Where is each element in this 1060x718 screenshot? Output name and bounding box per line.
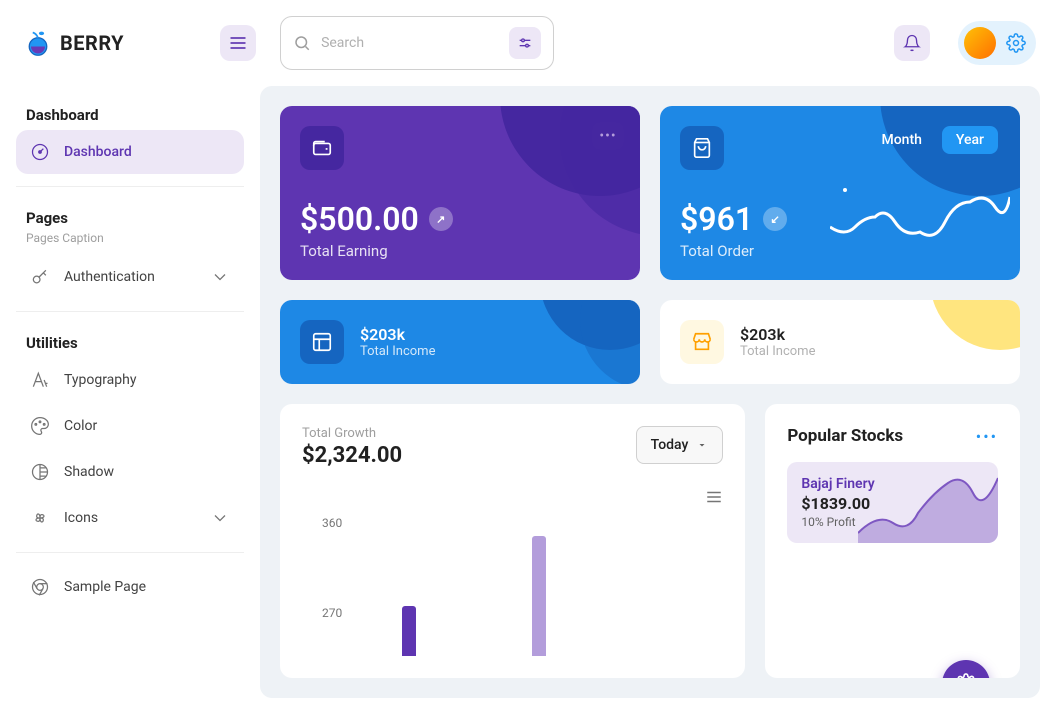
- shadow-icon: [30, 462, 50, 482]
- stock-area-chart: [858, 463, 998, 543]
- toggle-month[interactable]: Month: [867, 126, 935, 154]
- typography-icon: [30, 370, 50, 390]
- sidebar-item-dashboard[interactable]: Dashboard: [16, 130, 244, 174]
- notifications-button[interactable]: [894, 25, 930, 61]
- storefront-icon: [691, 331, 713, 353]
- growth-period-dropdown[interactable]: Today: [636, 426, 724, 464]
- growth-chart: 360 270: [302, 516, 723, 656]
- wallet-icon: [311, 137, 333, 159]
- chart-bar: [402, 606, 416, 656]
- sidebar: Dashboard Dashboard Pages Pages Caption …: [0, 86, 260, 718]
- bell-icon: [903, 34, 921, 52]
- caret-down-icon: [696, 439, 708, 451]
- shopping-bag-icon: [691, 137, 713, 159]
- nav-label: Dashboard: [64, 144, 132, 160]
- nav-label: Typography: [64, 372, 136, 388]
- sidebar-item-typography[interactable]: Typography: [16, 358, 244, 402]
- sidebar-item-sample-page[interactable]: Sample Page: [16, 565, 244, 609]
- section-dashboard: Dashboard: [16, 96, 244, 128]
- section-utilities: Utilities: [16, 324, 244, 356]
- sidebar-item-authentication[interactable]: Authentication: [16, 255, 244, 299]
- speedometer-icon: [30, 142, 50, 162]
- income1-label: Total Income: [360, 344, 435, 359]
- berry-icon: [24, 29, 52, 57]
- stock-item[interactable]: Bajaj Finery $1839.00 10% Profit: [787, 462, 998, 543]
- sidebar-item-color[interactable]: Color: [16, 404, 244, 448]
- nav-label: Shadow: [64, 464, 114, 480]
- gear-icon: [1006, 33, 1026, 53]
- trend-up-icon: ↗: [429, 207, 453, 231]
- settings-fab[interactable]: [942, 660, 990, 678]
- chart-menu-button[interactable]: [302, 488, 723, 506]
- y-tick: 270: [322, 606, 342, 620]
- sidebar-item-shadow[interactable]: Shadow: [16, 450, 244, 494]
- table-icon: [311, 331, 333, 353]
- gear-icon: [955, 673, 977, 678]
- order-icon-box: [680, 126, 724, 170]
- order-value: $961: [680, 200, 753, 238]
- nav-label: Sample Page: [64, 579, 146, 595]
- stocks-title: Popular Stocks: [787, 426, 903, 446]
- header: BERRY: [0, 0, 1060, 86]
- toggle-year[interactable]: Year: [942, 126, 998, 154]
- income1-value: $203k: [360, 325, 435, 344]
- key-icon: [30, 267, 50, 287]
- chevron-down-icon: [210, 267, 230, 287]
- trend-down-icon: ↙: [763, 207, 787, 231]
- income2-label: Total Income: [740, 344, 815, 359]
- time-toggle: Month Year: [867, 126, 998, 154]
- search-filter-button[interactable]: [509, 27, 541, 59]
- y-tick: 360: [322, 516, 342, 530]
- avatar: [964, 27, 996, 59]
- earning-label: Total Earning: [300, 242, 620, 260]
- brand-logo: BERRY: [24, 29, 124, 57]
- card-menu-button[interactable]: •••: [592, 122, 624, 150]
- income2-icon-box: [680, 320, 724, 364]
- chart-bar: [532, 536, 546, 656]
- sidebar-item-icons[interactable]: Icons: [16, 496, 244, 540]
- search-input[interactable]: [321, 35, 499, 51]
- total-income-card-2: $203k Total Income: [660, 300, 1020, 384]
- windmill-icon: [30, 508, 50, 528]
- search-icon: [293, 34, 311, 52]
- sliders-icon: [517, 35, 533, 51]
- income2-value: $203k: [740, 325, 815, 344]
- dropdown-value: Today: [651, 437, 689, 453]
- menu-toggle-button[interactable]: [220, 25, 256, 61]
- search-field[interactable]: [280, 16, 554, 70]
- nav-label: Color: [64, 418, 97, 434]
- nav-label: Authentication: [64, 269, 155, 285]
- profile-menu[interactable]: [958, 21, 1036, 65]
- stocks-menu-button[interactable]: •••: [976, 427, 998, 446]
- growth-label: Total Growth: [302, 426, 402, 441]
- total-order-card: Month Year $961 ↙ Total Order: [660, 106, 1020, 280]
- growth-value: $2,324.00: [302, 443, 402, 468]
- income-icon-box: [300, 320, 344, 364]
- total-growth-card: Total Growth $2,324.00 Today 360 270: [280, 404, 745, 678]
- section-pages: Pages: [16, 199, 244, 231]
- section-pages-caption: Pages Caption: [16, 231, 244, 253]
- brand-text: BERRY: [60, 31, 124, 55]
- menu-lines-icon: [705, 488, 723, 506]
- total-earning-card: ••• $500.00 ↗ Total Earning: [280, 106, 640, 280]
- earning-icon-box: [300, 126, 344, 170]
- palette-icon: [30, 416, 50, 436]
- nav-label: Icons: [64, 510, 98, 526]
- chevron-down-icon: [210, 508, 230, 528]
- hamburger-icon: [228, 33, 248, 53]
- popular-stocks-card: Popular Stocks ••• Bajaj Finery $1839.00…: [765, 404, 1020, 678]
- chrome-icon: [30, 577, 50, 597]
- order-sparkline: [830, 182, 1010, 252]
- main-content: ••• $500.00 ↗ Total Earning Month Year $…: [260, 86, 1040, 698]
- total-income-card-1: $203k Total Income: [280, 300, 640, 384]
- earning-value: $500.00: [300, 200, 419, 238]
